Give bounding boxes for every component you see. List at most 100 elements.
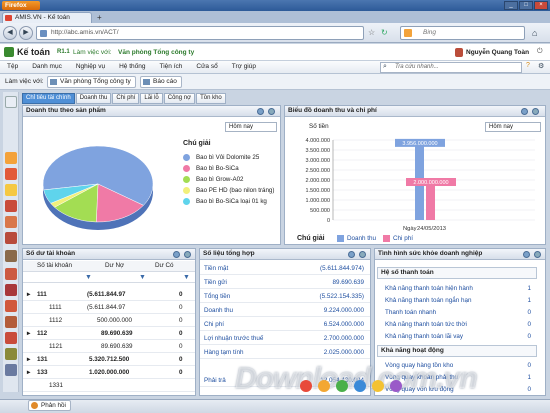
tab-inventory[interactable]: Tồn kho bbox=[196, 93, 226, 104]
salary-icon[interactable] bbox=[5, 300, 17, 312]
tab-debt[interactable]: Công nợ bbox=[163, 93, 196, 104]
ratio-row[interactable]: Khả năng thanh toán hiện hành 1 bbox=[375, 283, 545, 295]
legend-revenue: Doanh thu bbox=[347, 235, 377, 242]
gear-icon[interactable] bbox=[523, 251, 530, 258]
data-label: 2.000.000.000 bbox=[413, 180, 448, 186]
table-row[interactable]: ▸ 111 (5.611.844.97 0 bbox=[23, 289, 195, 301]
legend-item: Bao bì Grow-A02 bbox=[183, 176, 274, 183]
sales-icon[interactable] bbox=[5, 216, 17, 228]
tab-profit-loss[interactable]: Lãi lỗ bbox=[140, 93, 163, 104]
firefox-menu-button[interactable]: Firefox bbox=[2, 1, 40, 10]
ratio-row[interactable]: Khả năng thanh toán ngắn hạn 1 bbox=[375, 295, 545, 307]
summary-value: (5.611.844.974) bbox=[320, 265, 364, 272]
tax-icon[interactable] bbox=[5, 284, 17, 296]
menu-catalog[interactable]: Danh mục bbox=[25, 61, 69, 73]
contract-icon[interactable] bbox=[5, 332, 17, 344]
cash-icon[interactable] bbox=[5, 168, 17, 180]
search-box[interactable]: Bing bbox=[400, 26, 525, 40]
table-row[interactable]: ▸ 112 89.690.639 0 bbox=[23, 328, 195, 340]
gear-icon[interactable] bbox=[257, 108, 264, 115]
forward-icon[interactable]: ▶ bbox=[19, 26, 33, 40]
url-bar[interactable]: http://abc.amis.vn/ACT/ bbox=[36, 26, 364, 40]
inventory-icon[interactable] bbox=[5, 232, 17, 244]
tab-financial-indicators[interactable]: Chỉ tiêu tài chính bbox=[22, 93, 75, 104]
table-row[interactable]: 1111 (5.611.844.97 0 bbox=[23, 302, 195, 314]
help-icon[interactable]: ? bbox=[526, 62, 530, 69]
expand-icon[interactable]: ▸ bbox=[27, 367, 30, 378]
summary-row[interactable]: Hàng tạm tính 2.025.000.000 bbox=[200, 347, 370, 359]
minimize-icon[interactable]: _ bbox=[504, 1, 518, 10]
gear-icon[interactable] bbox=[521, 108, 528, 115]
general-icon[interactable] bbox=[5, 364, 17, 376]
ratio-label: Khả năng thanh toán lãi vay bbox=[385, 333, 464, 340]
summary-label: Phải trả bbox=[204, 377, 226, 384]
menu-operations[interactable]: Nghiệp vụ bbox=[69, 61, 112, 73]
tab-cost[interactable]: Chi phí bbox=[112, 93, 140, 104]
period-select[interactable]: Hôm nay bbox=[225, 122, 277, 132]
refresh-icon[interactable] bbox=[359, 251, 366, 258]
filter-icon[interactable]: ▼ bbox=[85, 274, 92, 281]
table-row[interactable]: 1121 89.690.639 0 bbox=[23, 341, 195, 353]
expand-icon[interactable]: ▸ bbox=[27, 354, 30, 365]
working-unit[interactable]: Văn phòng Tổng công ty bbox=[118, 49, 194, 56]
home-icon[interactable]: ⌂ bbox=[532, 28, 537, 38]
tab-revenue[interactable]: Doanh thu bbox=[75, 93, 112, 104]
gear-icon[interactable] bbox=[173, 251, 180, 258]
collapse-icon[interactable] bbox=[5, 96, 17, 108]
summary-row[interactable]: Doanh thu 9.224.000.000 bbox=[200, 305, 370, 317]
new-tab-icon[interactable]: + bbox=[97, 13, 102, 23]
table-row[interactable]: ▸ 131 5.320.712.500 0 bbox=[23, 354, 195, 366]
tools-icon[interactable] bbox=[5, 250, 17, 262]
bookmark-star-icon[interactable]: ☆ bbox=[368, 28, 375, 37]
settings-icon[interactable]: ⚙ bbox=[538, 62, 544, 70]
purchase-icon[interactable] bbox=[5, 200, 17, 212]
expand-icon[interactable]: ▸ bbox=[27, 289, 30, 300]
filter-icon[interactable]: ▼ bbox=[139, 274, 146, 281]
menu-system[interactable]: Hệ thống bbox=[112, 61, 152, 73]
reload-icon[interactable]: ↻ bbox=[381, 28, 388, 37]
menu-help[interactable]: Trợ giúp bbox=[225, 61, 263, 73]
table-row[interactable]: 1331 bbox=[23, 380, 195, 392]
expand-icon[interactable]: ▸ bbox=[27, 328, 30, 339]
maximize-icon[interactable]: □ bbox=[519, 1, 533, 10]
menu-file[interactable]: Tệp bbox=[0, 61, 25, 73]
summary-row[interactable]: Tiền mặt (5.611.844.974) bbox=[200, 263, 370, 275]
ratio-row[interactable]: Khả năng thanh toán lãi vay 0 bbox=[375, 331, 545, 343]
bank-icon[interactable] bbox=[5, 184, 17, 196]
gear-icon[interactable] bbox=[348, 251, 355, 258]
refresh-icon[interactable] bbox=[268, 108, 275, 115]
back-icon[interactable]: ◀ bbox=[3, 26, 17, 40]
report-button[interactable]: Báo cáo bbox=[140, 76, 182, 88]
summary-value: 89.690.639 bbox=[332, 279, 364, 286]
user-name[interactable]: Nguyễn Quang Toàn bbox=[466, 49, 529, 56]
ratio-row[interactable]: Thanh toán nhanh 0 bbox=[375, 307, 545, 319]
close-icon[interactable]: × bbox=[534, 1, 548, 10]
quick-search-input[interactable]: Tra cứu nhanh... bbox=[380, 62, 522, 73]
summary-row[interactable]: Tiền gửi 89.690.639 bbox=[200, 277, 370, 289]
budget-icon[interactable] bbox=[5, 348, 17, 360]
table-row[interactable]: ▸ 133 1.020.000.000 0 bbox=[23, 367, 195, 379]
summary-row[interactable]: Chi phí 6.524.000.000 bbox=[200, 319, 370, 331]
refresh-icon[interactable] bbox=[534, 251, 541, 258]
table-row[interactable]: 1112 500.000.000 0 bbox=[23, 315, 195, 327]
ratio-label: Khả năng thanh toán tức thời bbox=[385, 321, 467, 328]
refresh-icon[interactable] bbox=[532, 108, 539, 115]
dashboard-icon[interactable] bbox=[5, 152, 17, 164]
menu-utilities[interactable]: Tiện ích bbox=[153, 61, 190, 73]
menu-window[interactable]: Cửa sổ bbox=[189, 61, 224, 73]
ratio-row[interactable]: Khả năng thanh toán tức thời 0 bbox=[375, 319, 545, 331]
pie-chart bbox=[42, 145, 154, 230]
logout-icon[interactable]: ⏻ bbox=[537, 48, 543, 56]
summary-row[interactable]: Lợi nhuận trước thuế 2.700.000.000 bbox=[200, 333, 370, 345]
summary-label: Doanh thu bbox=[204, 307, 234, 314]
period-select[interactable]: Hôm nay bbox=[485, 122, 541, 132]
summary-row[interactable]: Tổng tiền (5.522.154.335) bbox=[200, 291, 370, 303]
cell-debit: 89.690.639 bbox=[101, 343, 133, 350]
cost-icon[interactable] bbox=[5, 316, 17, 328]
filter-icon[interactable]: ▼ bbox=[183, 274, 190, 281]
refresh-icon[interactable] bbox=[184, 251, 191, 258]
feedback-button[interactable]: Phản hồi bbox=[28, 400, 71, 411]
asset-icon[interactable] bbox=[5, 268, 17, 280]
browser-tab[interactable]: AMIS.VN - Kế toán + bbox=[2, 12, 102, 23]
unit-button[interactable]: Văn phòng Tổng công ty bbox=[47, 76, 136, 88]
